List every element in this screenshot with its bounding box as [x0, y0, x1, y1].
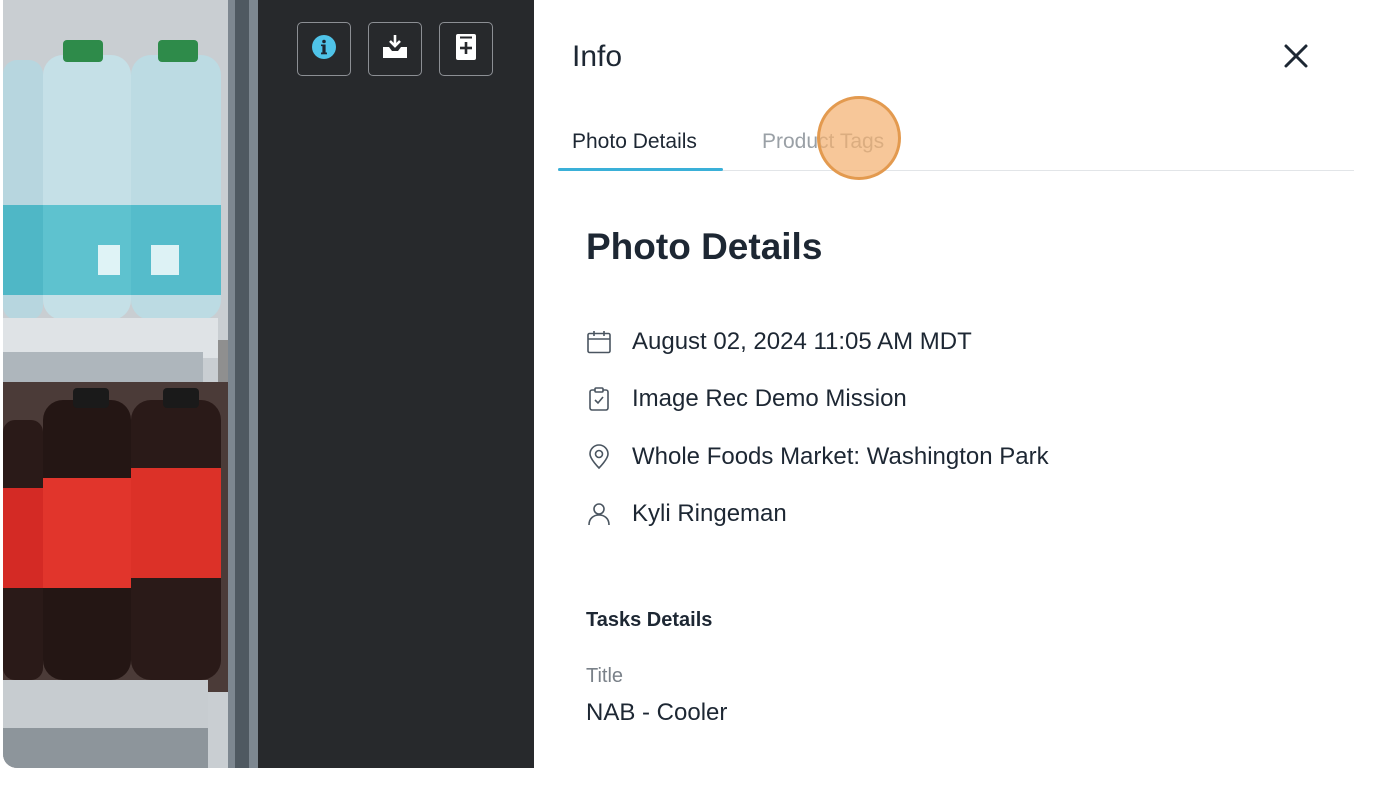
- tasks-details-heading: Tasks Details: [586, 609, 713, 631]
- add-note-icon: [453, 32, 479, 67]
- toolbar-pane: [258, 0, 534, 768]
- download-button[interactable]: [368, 22, 422, 76]
- detail-user: Kyli Ringeman: [586, 499, 787, 529]
- tab-product-tags[interactable]: Product Tags: [762, 130, 884, 154]
- tab-photo-details[interactable]: Photo Details: [572, 130, 697, 154]
- photo-preview[interactable]: [3, 0, 258, 768]
- info-panel: Info Photo Details Product Tags Photo De…: [534, 0, 1379, 768]
- section-heading: Photo Details: [586, 226, 823, 267]
- tab-bar: Photo Details Product Tags: [558, 118, 1354, 171]
- detail-date: August 02, 2024 11:05 AM MDT: [586, 327, 972, 357]
- detail-date-text: August 02, 2024 11:05 AM MDT: [632, 328, 972, 355]
- detail-location: Whole Foods Market: Washington Park: [586, 442, 1049, 472]
- detail-mission-text: Image Rec Demo Mission: [632, 385, 907, 412]
- info-icon: [310, 33, 338, 66]
- detail-user-text: Kyli Ringeman: [632, 500, 787, 527]
- clipboard-check-icon: [586, 386, 612, 412]
- panel-title: Info: [572, 40, 623, 73]
- app-frame: Info Photo Details Product Tags Photo De…: [3, 0, 1379, 768]
- detail-mission: Image Rec Demo Mission: [586, 384, 907, 414]
- close-icon: [1283, 43, 1309, 74]
- task-title-value: NAB - Cooler: [586, 699, 728, 726]
- location-pin-icon: [586, 444, 612, 470]
- add-note-button[interactable]: [439, 22, 493, 76]
- cooler-photo-image: [3, 0, 258, 768]
- active-tab-indicator: [558, 168, 723, 171]
- task-title-label: Title: [586, 665, 624, 687]
- user-icon: [586, 501, 612, 527]
- detail-location-text: Whole Foods Market: Washington Park: [632, 443, 1049, 470]
- calendar-icon: [586, 329, 612, 355]
- close-button[interactable]: [1276, 38, 1316, 78]
- download-icon: [380, 33, 410, 66]
- info-button[interactable]: [297, 22, 351, 76]
